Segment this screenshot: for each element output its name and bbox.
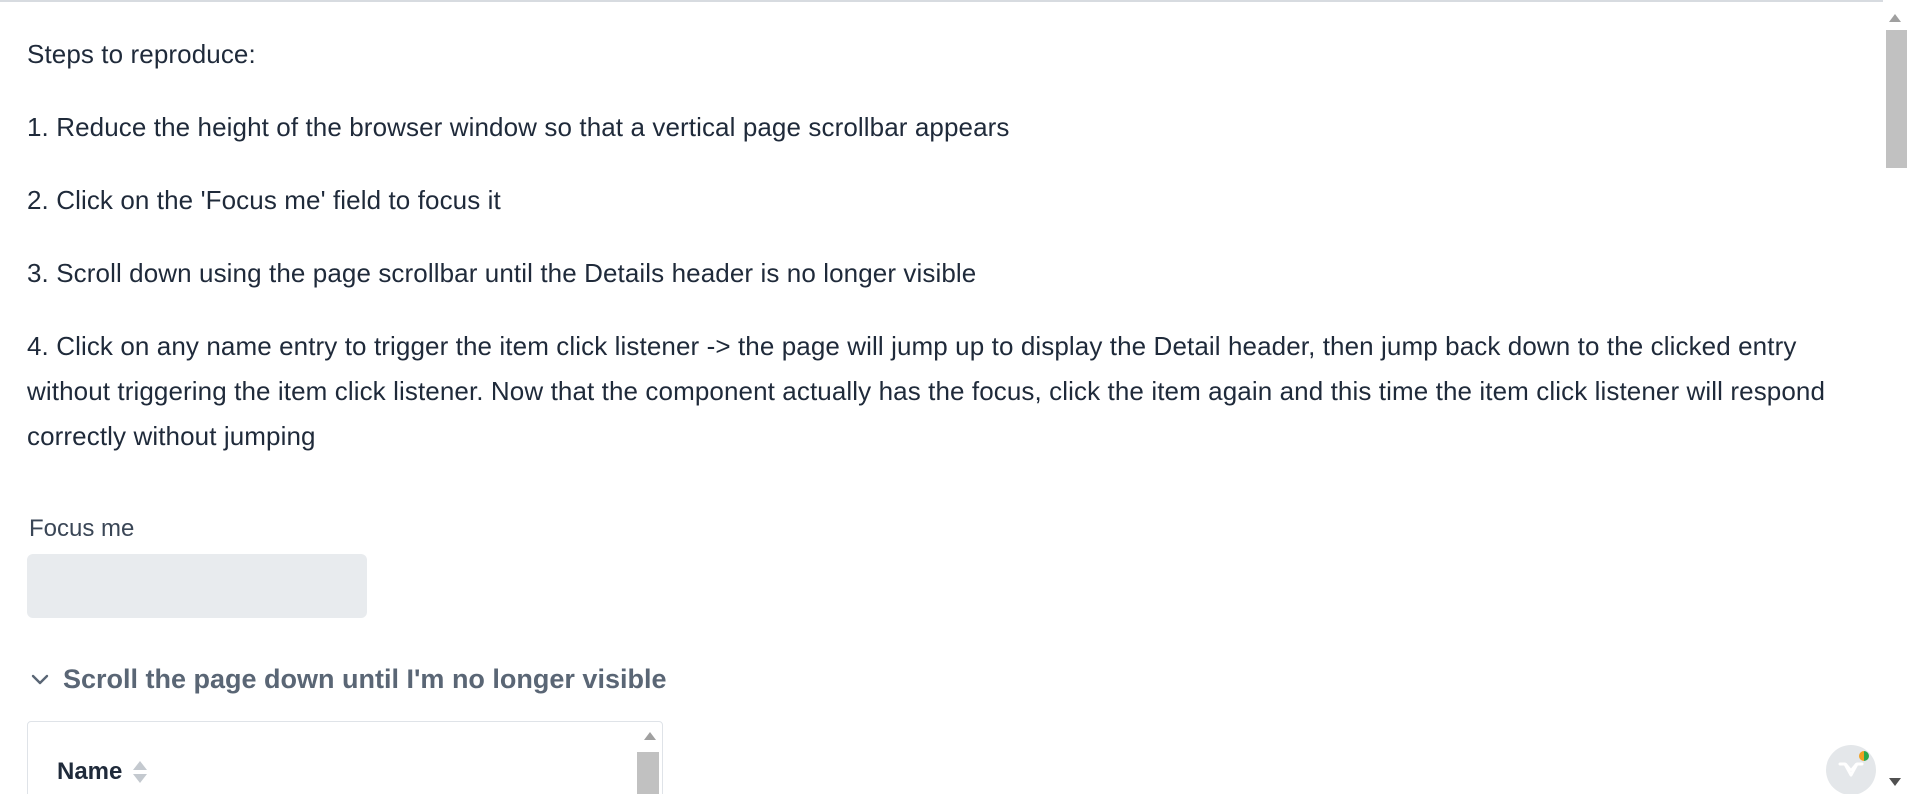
vaadin-logo-icon[interactable] — [1826, 745, 1876, 794]
page-scrollbar-thumb[interactable] — [1886, 30, 1907, 168]
instructions: Steps to reproduce: 1. Reduce the height… — [27, 32, 1857, 459]
focus-me-label: Focus me — [29, 515, 135, 542]
top-border — [0, 0, 1907, 2]
instruction-step-1: 1. Reduce the height of the browser wind… — [27, 112, 1010, 142]
instruction-step-2: 2. Click on the 'Focus me' field to focu… — [27, 185, 501, 215]
status-dot — [1859, 751, 1869, 761]
page-scrollbar[interactable] — [1883, 0, 1907, 794]
details-summary[interactable]: Scroll the page down until I'm no longer… — [27, 664, 666, 695]
grid-scroll-up-arrow[interactable] — [644, 732, 656, 740]
instruction-step-4: 4. Click on any name entry to trigger th… — [27, 331, 1826, 451]
grid-header-label: Name — [57, 758, 123, 785]
grid-column-header-name[interactable]: Name — [57, 758, 148, 786]
sort-icon[interactable] — [132, 759, 148, 785]
chevron-down-icon — [27, 667, 53, 693]
instructions-heading: Steps to reproduce: — [27, 39, 256, 69]
page-scroll-up-arrow[interactable] — [1889, 14, 1901, 22]
focus-me-input[interactable] — [27, 554, 367, 618]
grid-scrollbar-thumb[interactable] — [637, 752, 659, 794]
names-grid[interactable]: Name — [27, 721, 663, 794]
page-scroll-down-arrow[interactable] — [1889, 778, 1901, 786]
page: Steps to reproduce: 1. Reduce the height… — [0, 0, 1907, 794]
instruction-step-3: 3. Scroll down using the page scrollbar … — [27, 258, 977, 288]
details-summary-label: Scroll the page down until I'm no longer… — [63, 664, 667, 694]
